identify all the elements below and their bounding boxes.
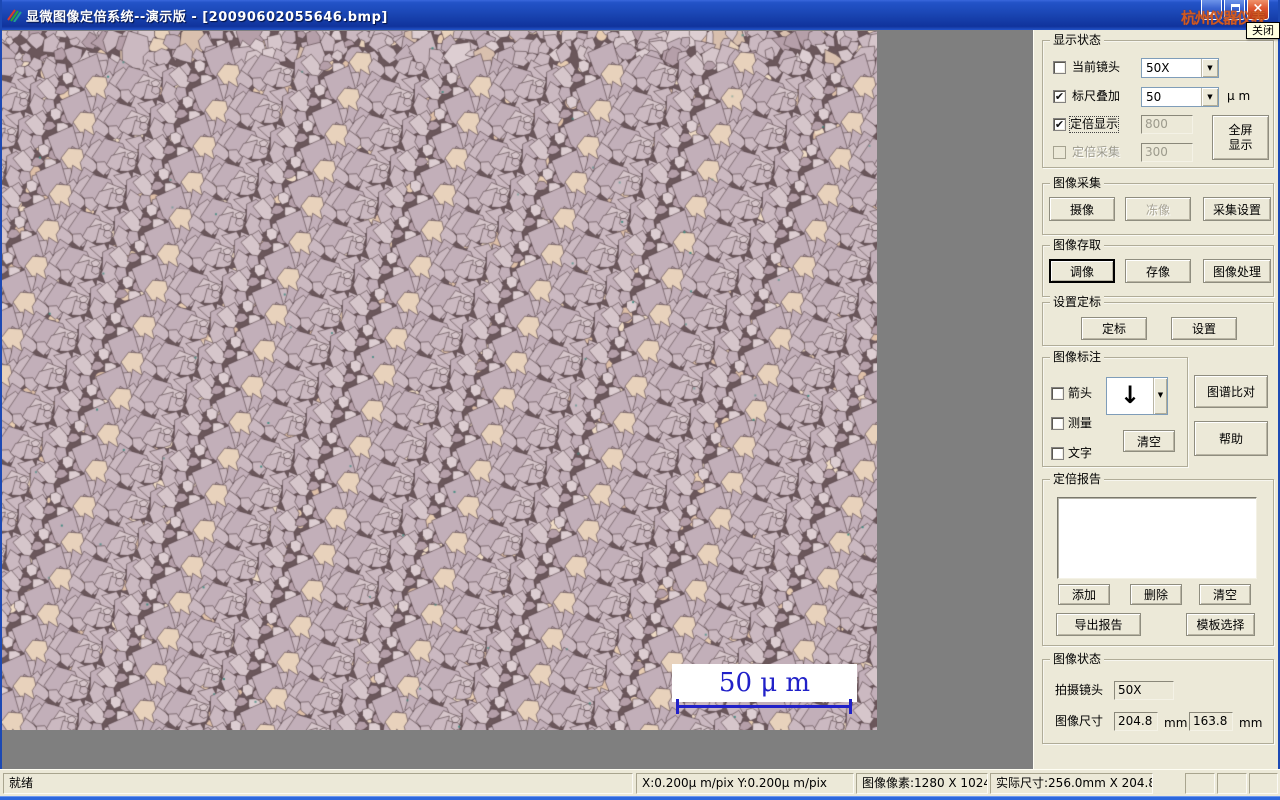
export-report-button[interactable]: 导出报告	[1056, 613, 1141, 636]
size-label: 图像尺寸	[1055, 714, 1104, 728]
fixed-display-label: 定倍显示	[1068, 116, 1120, 133]
app-icon	[7, 9, 22, 22]
fullscreen-display-button[interactable]: 全屏 显示	[1212, 115, 1269, 160]
status-pane-empty-3	[1249, 773, 1278, 794]
capture-button[interactable]: 摄像	[1049, 197, 1115, 221]
chevron-down-icon[interactable]	[1201, 88, 1218, 106]
chevron-down-icon[interactable]	[1201, 59, 1218, 77]
template-select-button[interactable]: 模板选择	[1186, 613, 1255, 636]
image-status-group: 图像状态 拍摄镜头 50X 图像尺寸 204.8 mm 163.8 mm	[1042, 652, 1274, 744]
group-title: 图像采集	[1050, 176, 1105, 190]
ruler-overlay-label: 标尺叠加	[1072, 89, 1121, 103]
status-pane-empty-1	[1185, 773, 1215, 794]
text-checkbox[interactable]	[1051, 447, 1064, 460]
annotation-group: 图像标注 箭头 ↓ 测量 清空 文字	[1042, 350, 1188, 467]
current-lens-select[interactable]: 50X	[1141, 58, 1219, 78]
measure-checkbox[interactable]	[1051, 417, 1064, 430]
status-actual-size: 实际尺寸:256.0mm X 204.8mm	[990, 773, 1153, 794]
fixed-capture-checkbox	[1053, 146, 1066, 159]
taskbar-edge	[0, 796, 1280, 800]
title-bar: 显微图像定倍系统--演示版 - [20090602055646.bmp]	[0, 0, 1280, 30]
group-title: 图像状态	[1050, 652, 1105, 666]
specimen-image[interactable]	[2, 31, 877, 730]
status-resolution: X:0.200μ m/pix Y:0.200μ m/pix	[636, 773, 854, 794]
fixed-display-field: 800	[1141, 115, 1193, 134]
lens-label: 拍摄镜头	[1055, 683, 1104, 697]
control-panel: 显示状态 当前镜头 50X 标尺叠加 50 μ m 定倍显示 800 定倍采集 …	[1033, 30, 1278, 769]
group-title: 设置定标	[1050, 295, 1105, 309]
arrow-label: 箭头	[1068, 386, 1093, 400]
status-ready: 就绪	[3, 773, 633, 794]
calibration-group: 设置定标 定标 设置	[1042, 295, 1274, 346]
status-bar: 就绪 X:0.200μ m/pix Y:0.200μ m/pix 图像像素:12…	[0, 769, 1280, 796]
scale-bar: 50 μ m	[672, 664, 857, 702]
text-label: 文字	[1068, 446, 1093, 460]
image-process-button[interactable]: 图像处理	[1203, 259, 1271, 283]
clear-annotation-button[interactable]: 清空	[1123, 430, 1175, 452]
capture-settings-button[interactable]: 采集设置	[1203, 197, 1271, 221]
fixed-display-checkbox[interactable]	[1053, 118, 1066, 131]
scale-bar-tick-left	[676, 699, 679, 714]
load-image-button[interactable]: 调像	[1049, 259, 1115, 283]
storage-group: 图像存取 调像 存像 图像处理	[1042, 238, 1274, 297]
fixed-capture-field: 300	[1141, 143, 1193, 162]
current-lens-label: 当前镜头	[1072, 60, 1121, 74]
report-add-button[interactable]: 添加	[1058, 584, 1110, 605]
atlas-compare-button[interactable]: 图谱比对	[1194, 375, 1268, 408]
calibrate-button[interactable]: 定标	[1081, 317, 1147, 340]
arrow-checkbox[interactable]	[1051, 387, 1064, 400]
group-title: 图像标注	[1050, 350, 1105, 364]
calibration-settings-button[interactable]: 设置	[1171, 317, 1237, 340]
chevron-down-icon[interactable]	[1153, 378, 1167, 414]
current-lens-checkbox[interactable]	[1053, 61, 1066, 74]
status-pane-empty-2	[1217, 773, 1247, 794]
report-clear-button[interactable]: 清空	[1199, 584, 1251, 605]
measure-label: 测量	[1068, 416, 1093, 430]
ruler-unit-label: μ m	[1227, 89, 1251, 103]
help-button[interactable]: 帮助	[1194, 421, 1268, 456]
width-unit-label: mm	[1164, 716, 1188, 730]
report-listbox[interactable]	[1057, 497, 1257, 579]
window-title: 显微图像定倍系统--演示版 - [20090602055646.bmp]	[26, 10, 388, 25]
freeze-button: 冻像	[1125, 197, 1191, 221]
status-pixels: 图像像素:1280 X 1024	[856, 773, 988, 794]
display-status-group: 显示状态 当前镜头 50X 标尺叠加 50 μ m 定倍显示 800 定倍采集 …	[1042, 33, 1274, 168]
ruler-overlay-checkbox[interactable]	[1053, 90, 1066, 103]
fixed-capture-label: 定倍采集	[1072, 145, 1121, 159]
height-field: 163.8	[1189, 712, 1233, 731]
arrow-down-icon: ↓	[1119, 381, 1141, 409]
height-unit-label: mm	[1239, 716, 1263, 730]
lens-field: 50X	[1114, 681, 1174, 700]
scale-bar-line	[676, 705, 852, 708]
report-delete-button[interactable]: 删除	[1130, 584, 1182, 605]
group-title: 定倍报告	[1050, 472, 1105, 486]
report-group: 定倍报告 添加 删除 清空 导出报告 模板选择	[1042, 472, 1274, 646]
save-image-button[interactable]: 存像	[1125, 259, 1191, 283]
capture-group: 图像采集 摄像 冻像 采集设置	[1042, 176, 1274, 235]
group-title: 图像存取	[1050, 238, 1105, 252]
scale-bar-tick-right	[849, 699, 852, 714]
arrow-style-select[interactable]: ↓	[1106, 377, 1168, 415]
scale-bar-label: 50 μ m	[718, 668, 811, 698]
width-field: 204.8	[1114, 712, 1158, 731]
group-title: 显示状态	[1050, 33, 1105, 47]
close-tooltip: 关闭	[1246, 22, 1280, 39]
ruler-scale-select[interactable]: 50	[1141, 87, 1219, 107]
